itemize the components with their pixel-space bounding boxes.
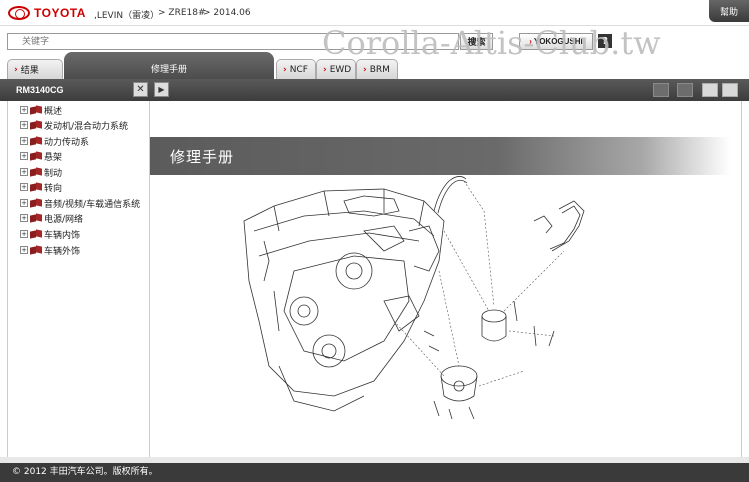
footer: © 2012 丰田汽车公司。版权所有。 — [0, 463, 749, 482]
tree-item[interactable]: + 悬架 — [20, 150, 63, 163]
chevron-right-icon: › — [14, 64, 18, 75]
print-icon[interactable] — [653, 83, 669, 97]
book-icon — [30, 105, 42, 115]
save-icon[interactable] — [677, 83, 693, 97]
breadcrumb-model: ,LEVIN（雷凌） — [94, 11, 160, 21]
expand-plus-icon[interactable]: + — [20, 168, 28, 176]
tab-repair-manual[interactable]: 修理手册 — [64, 52, 274, 79]
tree-item-label: 车辆内饰 — [44, 230, 81, 241]
tab-results-label: 结果 — [20, 66, 39, 76]
tree-item[interactable]: + 转向 — [20, 181, 63, 194]
expand-plus-icon[interactable]: + — [20, 106, 28, 114]
expand-plus-icon[interactable]: + — [20, 199, 28, 207]
tree-item[interactable]: + 制动 — [20, 166, 63, 179]
chevron-right-icon: › — [323, 64, 327, 75]
manual-code: RM3140CG — [16, 85, 64, 95]
tree-item-label: 转向 — [44, 183, 63, 194]
page-title: 修理手册 — [170, 148, 235, 166]
toyota-emblem-icon — [8, 6, 30, 20]
tree-item-label: 动力传动系 — [44, 137, 90, 148]
engine-exploded-diagram — [243, 176, 585, 420]
home-icon[interactable] — [702, 83, 718, 97]
tab-brm[interactable]: › BRM — [356, 59, 398, 79]
expand-panel-button[interactable]: ▶ — [154, 82, 169, 97]
help-button[interactable]: 幫助 — [709, 0, 749, 22]
tree-item[interactable]: + 车辆外饰 — [20, 244, 81, 257]
book-icon — [30, 151, 42, 161]
tree-item-label: 车辆外饰 — [44, 246, 81, 257]
expand-plus-icon[interactable]: + — [20, 183, 28, 191]
book-icon — [30, 245, 42, 255]
book-icon — [30, 120, 42, 130]
tree-item[interactable]: + 音频/视频/车载通信系统 — [20, 197, 141, 210]
book-icon — [30, 136, 42, 146]
tab-ewd-label: EWD — [329, 64, 352, 75]
tab-repair-manual-label: 修理手册 — [150, 65, 187, 75]
tree-item-label: 电源/网络 — [44, 214, 84, 225]
toolbar: RM3140CG ✕ ▶ — [0, 79, 749, 101]
tab-bar: › 结果 修理手册 › NCF › EWD › BRM — [0, 52, 749, 79]
tree-item[interactable]: + 发动机/混合动力系统 — [20, 119, 129, 132]
expand-plus-icon[interactable]: + — [20, 152, 28, 160]
expand-plus-icon[interactable]: + — [20, 121, 28, 129]
tree-item-label: 概述 — [44, 106, 63, 117]
book-icon — [30, 198, 42, 208]
book-icon — [30, 167, 42, 177]
tree-item-label: 制动 — [44, 168, 63, 179]
book-icon — [30, 229, 42, 239]
back-icon[interactable] — [722, 83, 738, 97]
breadcrumb-date: > 2014.06 — [203, 8, 251, 18]
tree-item[interactable]: + 概述 — [20, 104, 63, 117]
tab-ewd[interactable]: › EWD — [316, 59, 356, 79]
expand-plus-icon[interactable]: + — [20, 246, 28, 254]
tab-results[interactable]: › 结果 — [7, 59, 63, 79]
tree-item-label: 音频/视频/车载通信系统 — [44, 199, 141, 210]
copyright-text: © 2012 丰田汽车公司。版权所有。 — [12, 467, 158, 477]
book-icon — [30, 182, 42, 192]
chevron-right-icon: › — [363, 64, 367, 75]
brand-name: TOYOTA — [34, 6, 86, 20]
content-pane: 修理手册 — [150, 101, 742, 457]
tree-item[interactable]: + 车辆内饰 — [20, 228, 81, 241]
app-header: TOYOTA ,LEVIN（雷凌） > ZRE18# > 2014.06 幫助 — [0, 0, 749, 26]
tab-brm-label: BRM — [369, 64, 390, 75]
tree-item[interactable]: + 电源/网络 — [20, 212, 84, 225]
toc-tree: + 概述 + 发动机/混合动力系统 + 动力传动系 + 悬架 + 制动 + 转向… — [7, 101, 150, 457]
tree-item[interactable]: + 动力传动系 — [20, 135, 90, 148]
book-icon — [30, 213, 42, 223]
tab-ncf[interactable]: › NCF — [276, 59, 316, 79]
expand-plus-icon[interactable]: + — [20, 137, 28, 145]
expand-plus-icon[interactable]: + — [20, 214, 28, 222]
tree-item-label: 发动机/混合动力系统 — [44, 121, 129, 132]
breadcrumb-engine: > ZRE18# — [158, 8, 206, 18]
tab-ncf-label: NCF — [289, 64, 308, 75]
tree-item-label: 悬架 — [44, 152, 63, 163]
content-banner: 修理手册 — [150, 137, 730, 175]
chevron-right-icon: › — [283, 64, 287, 75]
toyota-logo: TOYOTA — [8, 5, 86, 21]
close-panel-button[interactable]: ✕ — [133, 82, 148, 97]
expand-plus-icon[interactable]: + — [20, 230, 28, 238]
